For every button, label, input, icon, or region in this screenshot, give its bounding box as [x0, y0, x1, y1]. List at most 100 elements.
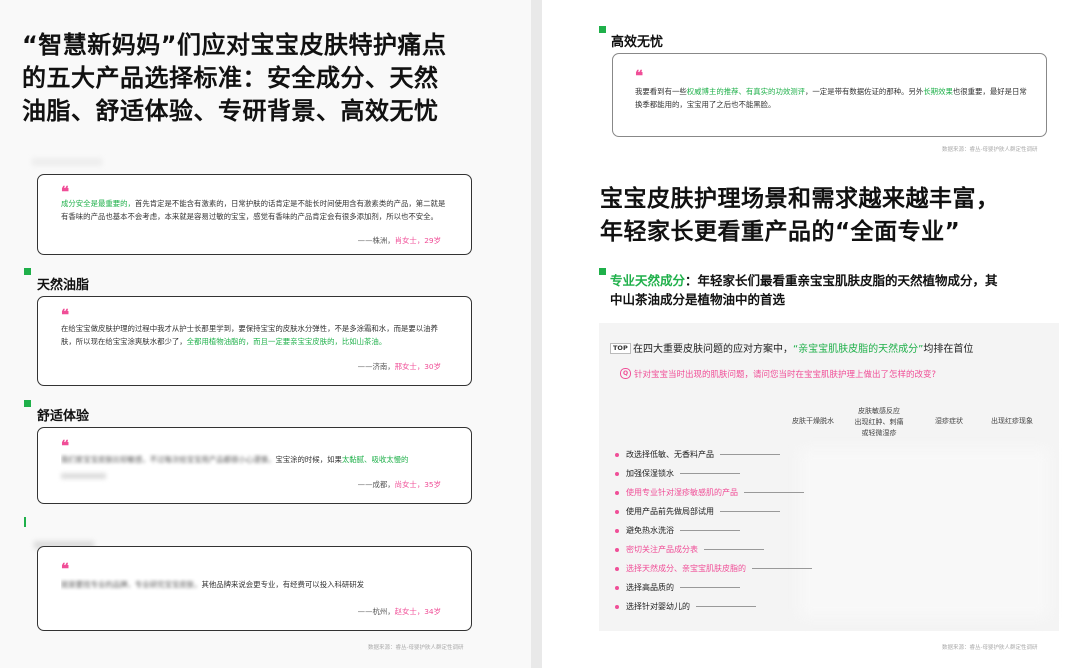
answer-item-label: 使用产品前先做局部试用 — [626, 507, 714, 516]
question-text: 针对宝宝当时出现的肌肤问题，请问您当时在宝宝肌肤护理上做出了怎样的改变? — [634, 370, 937, 380]
column-header: 出现红疹现象 — [991, 417, 1033, 425]
bullet-dot-icon — [615, 585, 619, 590]
section-marker-icon — [24, 268, 31, 275]
signature-city: ——杭州， — [357, 607, 395, 616]
quote-signature: ——成都，尚女士，35岁 — [358, 479, 441, 490]
quote-card-comfort: ❝ 我们家宝宝皮肤比较敏感，不过每次给宝宝用产品都很小心谨慎，宝宝涂的时候，如果… — [37, 427, 472, 504]
subheading-text: ：年轻家长们最看重亲宝宝肌肤皮脂的天然植物成分，其 — [685, 273, 998, 288]
quote-text: 在给宝宝做皮肤护理的过程中我才从护士长那里学到，要保持宝宝的皮肤水分弹性，不是多… — [61, 322, 451, 348]
blurred-text: 我们家宝宝皮肤比较敏感，不过每次给宝宝用产品都很小心谨慎， — [61, 455, 276, 464]
subheading-line-2: 中山茶油成分是植物油中的首选 — [610, 292, 786, 307]
question-icon: Q — [620, 368, 631, 379]
left-title-line-1: “智慧新妈妈”们应对宝宝皮肤特护痛点 — [22, 31, 447, 59]
signature-person: 赵女士，34岁 — [394, 607, 441, 616]
quote-text: 成分安全是最重要的，首先肯定是不能含有激素的，日常护肤的话肯定是不能长时间使用含… — [61, 197, 447, 223]
quote-body: ，一定是带有数据佐证的那种。另外 — [805, 87, 924, 96]
quote-body: 其他品牌来说会更专业，有经费可以投入科研研发 — [201, 580, 365, 589]
leader-line — [680, 473, 740, 474]
quote-card-professional: ❝ 就是要找专业的品牌，专业研究宝宝皮肤，其他品牌来说会更专业，有经费可以投入科… — [37, 546, 472, 631]
signature-person: 邢女士，30岁 — [394, 362, 441, 371]
answer-item-label: 加强保湿锁水 — [626, 469, 674, 478]
leader-line — [704, 549, 764, 550]
leader-line — [720, 454, 780, 455]
signature-city: ——济南， — [357, 362, 395, 371]
data-source-note: 数据来源：睿丛-母婴护肤人群定性调研 — [942, 645, 1038, 651]
answer-item-label: 使用专业针对湿疹敏感肌的产品 — [626, 488, 738, 497]
bullet-dot-icon — [615, 528, 619, 533]
quote-highlight: 长期效果 — [923, 87, 953, 96]
quote-card-natural-oil: ❝ 在给宝宝做皮肤护理的过程中我才从护士长那里学到，要保持宝宝的皮肤水分弹性，不… — [37, 296, 472, 386]
section-marker-line — [24, 517, 26, 527]
right-title-line-2: 年轻家长更看重产品的“全面专业” — [600, 219, 961, 245]
answer-item-label: 选择天然成分、亲宝宝肌肤皮脂的 — [626, 564, 746, 573]
subheading-line-1: 专业天然成分：年轻家长们最看重亲宝宝肌肤皮脂的天然植物成分，其 — [610, 271, 1040, 290]
column-header: 湿疹症状 — [935, 417, 963, 425]
left-page: “智慧新妈妈”们应对宝宝皮肤特护痛点 的五大产品选择标准：安全成分、天然 油脂、… — [0, 0, 531, 668]
answer-item: 选择高品质的 — [615, 582, 740, 593]
answer-item: 避免热水洗浴 — [615, 525, 740, 536]
section-heading-comfort: 舒适体验 — [37, 409, 90, 424]
column-header: 皮肤敏感反应 出现红肿、刺痛 或轻微湿疹 — [849, 406, 909, 439]
survey-panel: TOP 在四大重要皮肤问题的应对方案中，“亲宝宝肌肤皮脂的天然成分”均排在首位 … — [599, 323, 1059, 631]
section-marker-icon — [599, 268, 606, 275]
quote-highlight: 太黏腻、吸收太慢的 — [341, 455, 409, 464]
signature-person: 尚女士，35岁 — [394, 480, 441, 489]
answer-item: 选择针对婴幼儿的 — [615, 601, 756, 612]
panel-heading-text: 在四大重要皮肤问题的应对方案中， — [633, 344, 793, 355]
quote-mark-icon: ❝ — [61, 437, 70, 455]
quote-signature: ——株洲，肖女士，29岁 — [358, 235, 441, 246]
column-header-text: 皮肤敏感反应 出现红肿、刺痛 或轻微湿疹 — [854, 407, 904, 437]
bullet-dot-icon — [615, 452, 619, 457]
quote-mark-icon: ❝ — [635, 67, 644, 85]
panel-heading: 在四大重要皮肤问题的应对方案中，“亲宝宝肌肤皮脂的天然成分”均排在首位 — [633, 340, 973, 355]
data-source-note: 数据来源：睿丛-母婴护肤人群定性调研 — [942, 147, 1038, 153]
answer-item: 密切关注产品成分表 — [615, 544, 764, 555]
answer-item-label: 改选择低敏、无香料产品 — [626, 450, 714, 459]
top-badge: TOP — [610, 343, 631, 354]
leader-line — [680, 587, 740, 588]
quote-mark-icon: ❝ — [61, 560, 70, 578]
signature-city: ——株洲， — [357, 236, 395, 245]
bullet-dot-icon — [615, 566, 619, 571]
section-heading-efficient: 高效无忧 — [611, 35, 664, 50]
section-heading-natural-oil: 天然油脂 — [37, 278, 90, 293]
blurred-text: 就是要找专业的品牌，专业研究宝宝皮肤， — [61, 580, 202, 589]
quote-text: 我要看到有一些权威博主的推荐、有真实的功效测评，一定是带有数据佐证的那种。另外长… — [635, 85, 1027, 111]
quote-signature: ——杭州，赵女士，34岁 — [358, 606, 441, 617]
blurred-chart-data — [799, 448, 1049, 618]
leader-line — [752, 568, 812, 569]
panel-heading-highlight: “亲宝宝肌肤皮脂的天然成分” — [793, 344, 924, 355]
subheading-highlight: 专业天然成分 — [610, 273, 686, 288]
blurred-line — [61, 473, 106, 479]
quote-body: 宝宝涂的时候，如果 — [275, 455, 342, 464]
right-page: 高效无忧 ❝ 我要看到有一些权威博主的推荐、有真实的功效测评，一定是带有数据佐证… — [542, 0, 1080, 668]
quote-highlight: 全都用植物油脂的，而且一定要亲宝宝皮肤的，比如山茶油。 — [186, 337, 387, 346]
signature-person: 肖女士，29岁 — [394, 236, 441, 245]
quote-highlight: 权威博主的推荐、有真实的功效测评 — [686, 87, 806, 96]
left-title-line-3: 油脂、舒适体验、专研背景、高效无忧 — [22, 97, 439, 125]
bullet-dot-icon — [615, 604, 619, 609]
quote-mark-icon: ❝ — [61, 306, 70, 324]
leader-line — [720, 511, 780, 512]
bullet-dot-icon — [615, 547, 619, 552]
panel-heading-text: 均排在首位 — [923, 344, 974, 355]
quote-card-efficient: ❝ 我要看到有一些权威博主的推荐、有真实的功效测评，一定是带有数据佐证的那种。另… — [612, 53, 1047, 137]
answer-item-label: 选择针对婴幼儿的 — [626, 602, 690, 611]
quote-body: 我要看到有一些 — [635, 87, 687, 96]
left-title-line-2: 的五大产品选择标准：安全成分、天然 — [22, 64, 439, 92]
faded-section-label — [32, 158, 102, 166]
quote-text: 就是要找专业的品牌，专业研究宝宝皮肤，其他品牌来说会更专业，有经费可以投入科研研… — [61, 578, 456, 591]
leader-line — [696, 606, 756, 607]
answer-item: 选择天然成分、亲宝宝肌肤皮脂的 — [615, 563, 812, 574]
leader-line — [680, 530, 740, 531]
section-marker-icon — [24, 400, 31, 407]
bullet-dot-icon — [615, 509, 619, 514]
answer-item: 加强保湿锁水 — [615, 468, 740, 479]
leader-line — [744, 492, 804, 493]
quote-highlight: 成分安全是最重要的， — [61, 199, 135, 208]
answer-item-label: 选择高品质的 — [626, 583, 674, 592]
answer-item-label: 避免热水洗浴 — [626, 526, 674, 535]
section-marker-icon — [599, 26, 606, 33]
answer-item-label: 密切关注产品成分表 — [626, 545, 698, 554]
subheading: 专业天然成分：年轻家长们最看重亲宝宝肌肤皮脂的天然植物成分，其 中山茶油成分是植… — [610, 271, 1040, 309]
